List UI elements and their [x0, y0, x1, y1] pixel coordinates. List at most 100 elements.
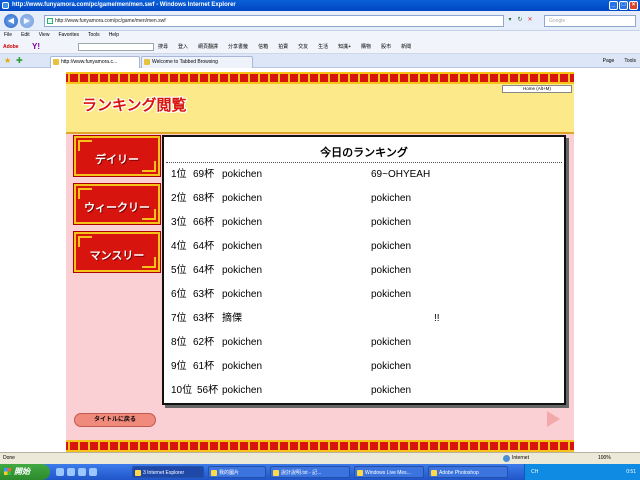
- taskbar: 開始 3 Internet Explorer 我的圖片 說計說明.txt - 記…: [0, 464, 640, 480]
- daily-label: デイリー: [95, 154, 139, 166]
- cups: 64杯: [193, 241, 215, 252]
- comment: pokichen: [371, 385, 412, 396]
- stop-icon[interactable]: ✕: [526, 16, 534, 24]
- tab-welcome[interactable]: Welcome to Tabbed Browsing: [141, 56, 253, 68]
- rank: 8位: [171, 337, 187, 348]
- monthly-label: マンスリー: [89, 250, 145, 262]
- minimize-button[interactable]: _: [609, 1, 618, 10]
- player-name: pokichen: [222, 337, 263, 348]
- ranking-row: 7位 63杯 摘傈 !!: [171, 312, 561, 326]
- ranking-board: 今日のランキング 1位 69杯 pokichen 69~OHYEAH 2位 68…: [162, 135, 566, 405]
- menu-bar: File Edit View Favorites Tools Help: [0, 31, 640, 40]
- ranking-row: 3位 66杯 pokichen pokichen: [171, 216, 561, 230]
- player-name: pokichen: [222, 241, 263, 252]
- taskbar-button-pictures[interactable]: 我的圖片: [208, 466, 266, 478]
- menu-edit[interactable]: Edit: [21, 31, 30, 40]
- zoom-level[interactable]: 100%: [598, 453, 611, 464]
- comment: pokichen: [371, 193, 412, 204]
- cups: 63杯: [193, 313, 215, 324]
- yahoo-logo[interactable]: Y!: [32, 40, 40, 54]
- page-icon: [47, 18, 53, 24]
- back-icon[interactable]: ◀: [4, 14, 18, 28]
- toolbar-link[interactable]: 拍賣: [278, 40, 288, 54]
- cups: 63杯: [193, 289, 215, 300]
- forward-icon[interactable]: ▶: [20, 14, 34, 28]
- next-arrow-icon[interactable]: [547, 411, 560, 427]
- tab-favicon: [144, 59, 150, 65]
- menu-tools[interactable]: Tools: [88, 31, 100, 40]
- start-button[interactable]: 開始: [0, 464, 50, 480]
- adobe-toolbar-button[interactable]: Adobe: [3, 40, 19, 54]
- quicklaunch-icon[interactable]: [67, 468, 75, 476]
- cups: 69杯: [193, 169, 215, 180]
- ranking-row: 6位 63杯 pokichen pokichen: [171, 288, 561, 302]
- monthly-button[interactable]: マンスリー: [74, 232, 160, 272]
- toolbar-link[interactable]: 信箱: [258, 40, 268, 54]
- ranking-row: 8位 62杯 pokichen pokichen: [171, 336, 561, 350]
- quicklaunch-icon[interactable]: [56, 468, 64, 476]
- player-name: 摘傈: [222, 313, 242, 324]
- status-bar: Done Internet 100%: [0, 452, 640, 464]
- taskbar-button-notepad[interactable]: 說計說明.txt - 記...: [270, 466, 350, 478]
- toolbar-link[interactable]: 交友: [298, 40, 308, 54]
- divider: [166, 162, 562, 163]
- comment: pokichen: [371, 241, 412, 252]
- ranking-row: 10位 56杯 pokichen pokichen: [171, 384, 561, 398]
- close-button[interactable]: ×: [629, 1, 638, 10]
- back-to-title-button[interactable]: タイトルに戻る: [74, 413, 156, 427]
- toolbar-link[interactable]: 生活: [318, 40, 328, 54]
- taskbar-button-ie[interactable]: 3 Internet Explorer: [132, 466, 204, 478]
- go-icon[interactable]: ▾: [506, 16, 514, 24]
- board-title: 今日のランキング: [320, 147, 408, 159]
- border-pattern-bottom: [66, 440, 574, 452]
- menu-favorites[interactable]: Favorites: [58, 31, 79, 40]
- rank: 5位: [171, 265, 187, 276]
- toolbar-link[interactable]: 購物: [361, 40, 371, 54]
- taskbar-button-photoshop[interactable]: Adobe Photoshop: [428, 466, 508, 478]
- toolbar-link[interactable]: 分享書籤: [228, 40, 248, 54]
- menu-view[interactable]: View: [39, 31, 50, 40]
- tab-game[interactable]: http://www.funyamora.c...: [50, 56, 140, 68]
- tab-favicon: [53, 59, 59, 65]
- window-title: http://www.funyamora.com/pc/game/men/men…: [12, 2, 236, 8]
- menu-file[interactable]: File: [4, 31, 12, 40]
- taskbar-button-messenger[interactable]: Windows Live Mes...: [354, 466, 424, 478]
- toolbar-link[interactable]: 新聞: [401, 40, 411, 54]
- toolbar-link[interactable]: 股市: [381, 40, 391, 54]
- menu-help[interactable]: Help: [109, 31, 119, 40]
- player-name: pokichen: [222, 265, 263, 276]
- player-name: pokichen: [222, 169, 263, 180]
- rank: 2位: [171, 193, 187, 204]
- toolbar-link[interactable]: 網頁翻譯: [198, 40, 218, 54]
- yahoo-search-input[interactable]: [78, 43, 154, 51]
- quicklaunch-icon[interactable]: [78, 468, 86, 476]
- page-menu[interactable]: Page: [603, 54, 615, 68]
- comment: 69~OHYEAH: [371, 169, 431, 180]
- refresh-icon[interactable]: ↻: [516, 16, 524, 24]
- tools-menu[interactable]: Tools: [624, 54, 636, 68]
- search-input[interactable]: Google: [544, 15, 636, 27]
- globe-icon: [503, 455, 510, 462]
- comment: pokichen: [371, 361, 412, 372]
- maximize-button[interactable]: □: [619, 1, 628, 10]
- add-favorite-icon[interactable]: ✚: [16, 54, 23, 68]
- quicklaunch-icon[interactable]: [89, 468, 97, 476]
- home-button[interactable]: Home (Alt+M): [502, 85, 572, 93]
- yahoo-search-button[interactable]: 搜尋: [158, 40, 168, 54]
- weekly-button[interactable]: ウィークリー: [74, 184, 160, 224]
- login-button[interactable]: 登入: [178, 40, 188, 54]
- player-name: pokichen: [222, 217, 263, 228]
- comment: pokichen: [371, 337, 412, 348]
- weekly-label: ウィークリー: [84, 202, 150, 214]
- daily-button[interactable]: デイリー: [74, 136, 160, 176]
- language-indicator[interactable]: CH: [531, 469, 538, 475]
- tab-bar: ★ ✚ http://www.funyamora.c... Welcome to…: [0, 54, 640, 68]
- ranking-row: 5位 64杯 pokichen pokichen: [171, 264, 561, 278]
- page-title: ランキング閲覧: [82, 97, 187, 114]
- player-name: pokichen: [222, 193, 263, 204]
- ranking-row: 2位 68杯 pokichen pokichen: [171, 192, 561, 206]
- favorites-star-icon[interactable]: ★: [4, 54, 11, 68]
- cups: 56杯: [197, 385, 219, 396]
- address-input[interactable]: http://www.funyamora.com/pc/game/men/men…: [44, 15, 504, 27]
- toolbar-link[interactable]: 知識+: [338, 40, 351, 54]
